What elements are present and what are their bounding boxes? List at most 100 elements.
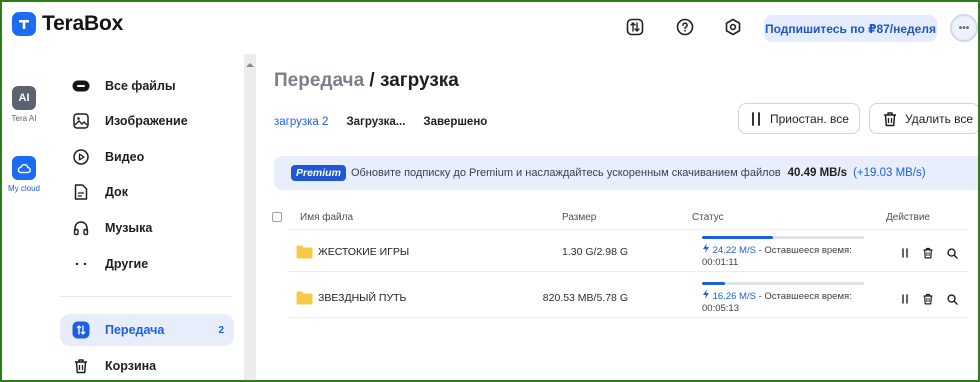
premium-badge: Premium — [291, 165, 346, 181]
file-size: 1.30 G/2.98 G — [562, 246, 628, 258]
sidebar-item-label: Музыка — [105, 221, 153, 235]
pause-all-label: Приостан. все — [770, 111, 849, 126]
sidebar-item-all-files[interactable]: Все файлы — [60, 70, 234, 102]
speed-value: 24.22 M/S — [712, 245, 756, 256]
main-panel: Передача / загрузка загрузка 2 Загрузка.… — [258, 54, 978, 380]
table-header: Имя файла Размер Статус Действие — [272, 212, 972, 228]
column-status: Статус — [692, 212, 724, 223]
file-size: 820.53 MB/5.78 G — [542, 292, 628, 304]
progress-fill — [702, 236, 774, 239]
table-header-divider — [288, 229, 968, 230]
document-icon — [72, 183, 90, 201]
remaining-label: - Оставшееся время: — [755, 245, 852, 256]
transfer-tabs: загрузка 2 Загрузка... Завершено — [274, 116, 505, 128]
column-size: Размер — [562, 212, 597, 223]
column-action: Действие — [886, 212, 930, 223]
pause-icon — [751, 111, 761, 126]
trash-icon — [72, 357, 90, 375]
logo-text: TeraBox — [42, 12, 124, 35]
all-files-icon — [72, 77, 90, 95]
sidebar-item-other[interactable]: Другие — [60, 248, 234, 280]
time-left: 00:01:11 — [702, 257, 739, 268]
subscribe-button[interactable]: Подпишитесь по ₽87/неделя — [764, 15, 937, 42]
premium-speed: 40.49 MB/s — [787, 167, 848, 179]
help-icon[interactable] — [674, 16, 696, 38]
delete-all-button[interactable]: Удалить все — [869, 103, 978, 134]
page-title: Передача / загрузка — [274, 70, 459, 92]
sidebar-divider — [60, 296, 232, 297]
logo[interactable]: TeraBox — [12, 12, 123, 36]
tab-uploads[interactable]: Загрузка... — [346, 116, 405, 128]
avatar[interactable]: ••• — [950, 14, 978, 42]
download-speed: 24.22 M/S - Оставшееся время: — [702, 243, 852, 256]
file-name[interactable]: ЖЕСТОКИЕ ИГРЫ — [318, 246, 409, 258]
progress-fill — [702, 282, 725, 285]
progress-bar — [702, 282, 864, 285]
pause-icon[interactable] — [898, 292, 912, 306]
sidebar: Все файлы Изображение Видео Док Музыка Д… — [52, 54, 244, 380]
settings-icon[interactable] — [722, 16, 744, 38]
sidebar-item-docs[interactable]: Док — [60, 176, 234, 208]
cloud-icon — [12, 156, 36, 180]
sidebar-item-transfer[interactable]: Передача 2 — [60, 314, 234, 346]
top-bar: TeraBox Подпишитесь по ₽87/неделя ••• — [2, 2, 978, 54]
headphones-icon — [72, 219, 90, 237]
download-speed: 16.26 M/S - Оставшееся время: — [702, 289, 852, 302]
pause-all-button[interactable]: Приостан. все — [738, 103, 860, 134]
terabox-logo-icon — [12, 12, 36, 36]
folder-icon — [296, 245, 313, 264]
bolt-icon — [703, 289, 709, 299]
more-icon — [72, 255, 90, 273]
image-icon — [72, 112, 90, 130]
trash-icon[interactable] — [921, 292, 935, 306]
pause-icon[interactable] — [898, 246, 912, 260]
rail-item-my-cloud[interactable]: My cloud — [2, 156, 46, 193]
trash-icon[interactable] — [921, 246, 935, 260]
bolt-icon — [703, 243, 709, 253]
sidebar-scrollbar[interactable] — [244, 54, 256, 380]
sidebar-item-music[interactable]: Музыка — [60, 212, 234, 244]
transfer-count-badge: 2 — [218, 324, 224, 336]
table-row[interactable]: ЗВЕЗДНЫЙ ПУТЬ 820.53 MB/5.78 G 16.26 M/S… — [288, 280, 968, 318]
left-rail: AI Tera AI My cloud — [2, 54, 46, 380]
breadcrumb-current: загрузка — [380, 70, 459, 91]
sidebar-item-label: Док — [105, 185, 128, 199]
time-left: 00:05:13 — [702, 303, 739, 314]
sidebar-item-label: Видео — [105, 150, 145, 164]
delete-all-label: Удалить все — [905, 111, 974, 126]
table-row[interactable]: ЖЕСТОКИЕ ИГРЫ 1.30 G/2.98 G 24.22 M/S - … — [288, 234, 968, 272]
remaining-label: - Оставшееся время: — [755, 291, 852, 302]
app-window: TeraBox Подпишитесь по ₽87/неделя ••• AI… — [0, 0, 980, 382]
ai-icon: AI — [12, 86, 36, 110]
premium-banner[interactable]: Premium Обновите подписку до Premium и н… — [274, 156, 978, 190]
search-icon[interactable] — [945, 292, 959, 306]
sidebar-item-label: Другие — [105, 257, 149, 271]
sidebar-item-video[interactable]: Видео — [60, 141, 234, 173]
sidebar-item-label: Передача — [105, 323, 165, 337]
progress-bar — [702, 236, 864, 239]
breadcrumb-separator: / — [364, 70, 380, 91]
premium-speed-boost: (+19.03 MB/s) — [853, 167, 926, 179]
transfer-icon[interactable] — [624, 16, 646, 38]
scroll-up-arrow-icon[interactable] — [245, 56, 255, 67]
search-icon[interactable] — [945, 246, 959, 260]
transfer-icon — [72, 321, 90, 339]
rail-item-label: Tera AI — [11, 114, 37, 123]
sidebar-item-label: Корзина — [105, 359, 157, 373]
rail-item-label: My cloud — [7, 184, 40, 193]
tab-completed[interactable]: Завершено — [423, 116, 487, 128]
video-icon — [72, 148, 90, 166]
sidebar-item-images[interactable]: Изображение — [60, 105, 234, 137]
select-all-checkbox[interactable] — [272, 212, 282, 222]
tab-downloads[interactable]: загрузка 2 — [274, 116, 328, 128]
speed-value: 16.26 M/S — [712, 291, 756, 302]
sidebar-item-label: Все файлы — [105, 79, 176, 93]
column-file-name: Имя файла — [300, 212, 354, 223]
folder-icon — [296, 291, 313, 310]
sidebar-item-trash[interactable]: Корзина — [60, 350, 234, 380]
rail-item-tera-ai[interactable]: AI Tera AI — [2, 86, 46, 123]
breadcrumb-transfer[interactable]: Передача — [274, 70, 364, 91]
premium-message: Обновите подписку до Premium и наслаждай… — [350, 167, 781, 179]
file-name[interactable]: ЗВЕЗДНЫЙ ПУТЬ — [318, 292, 406, 304]
trash-icon — [882, 111, 898, 127]
